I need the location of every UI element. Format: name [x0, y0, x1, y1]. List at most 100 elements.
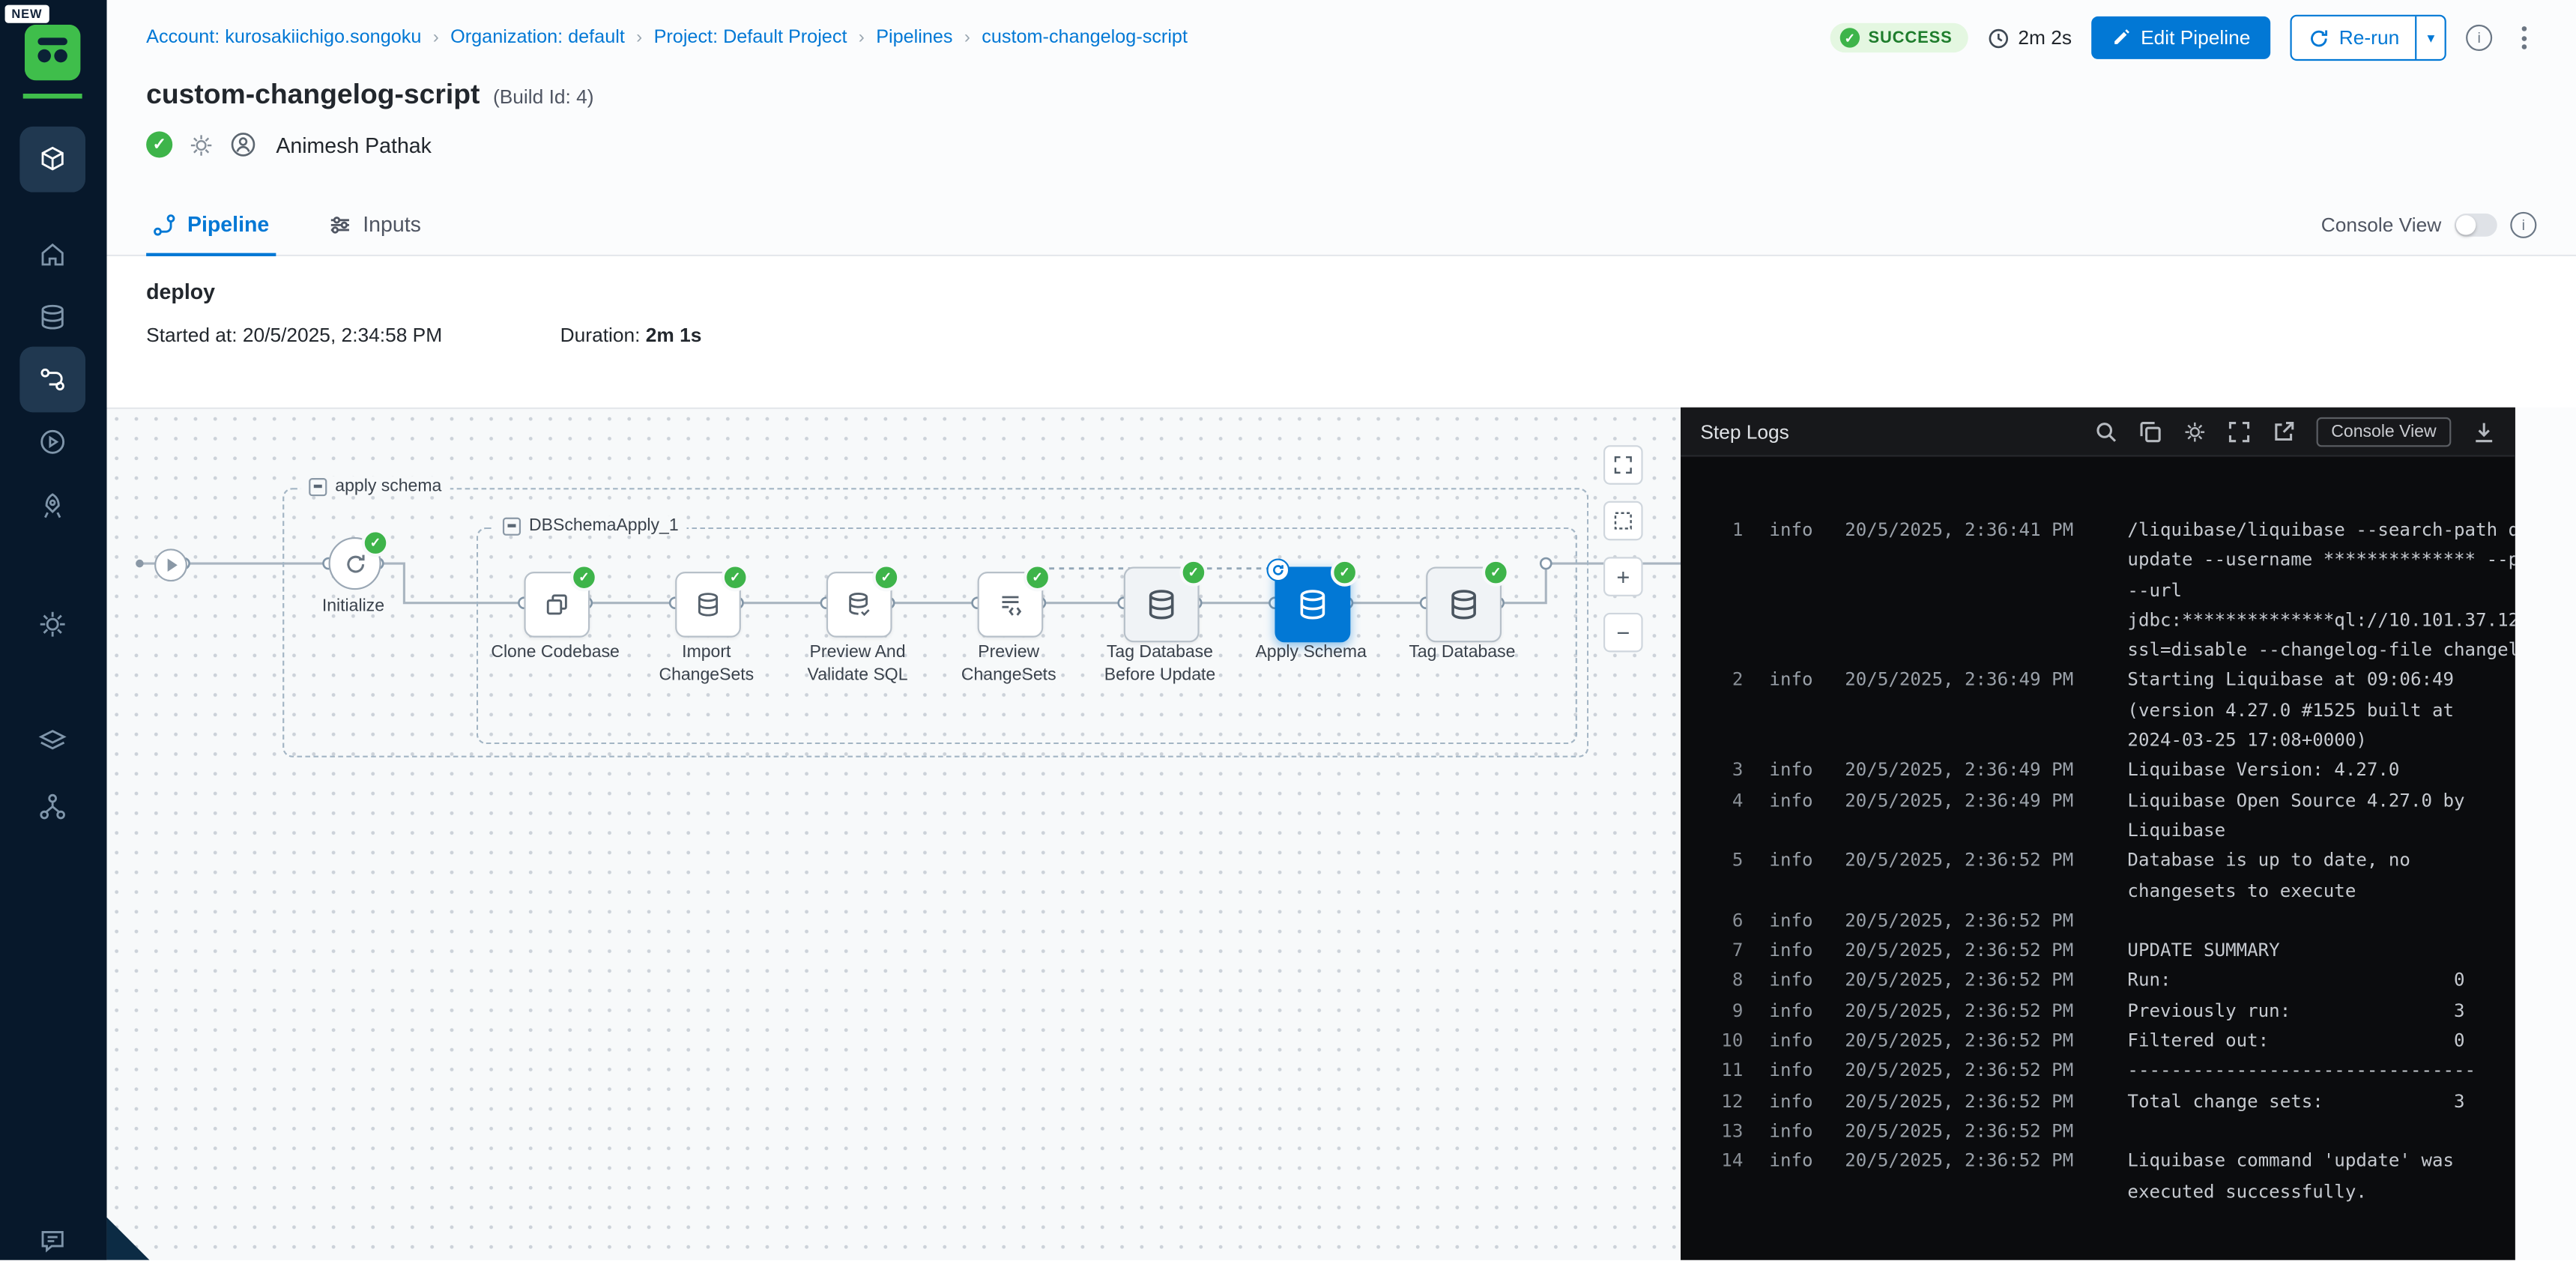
- log-row: ssl=disable --changelog-file changelo: [1681, 636, 2515, 666]
- node-tag-database-before-update[interactable]: ✓: [1124, 566, 1200, 642]
- log-row: 13 info 20/5/2025, 2:36:52 PM: [1681, 1117, 2515, 1147]
- log-message: UPDATE SUMMARY: [2127, 937, 2515, 967]
- log-timestamp: [1845, 606, 2084, 636]
- pipeline-canvas[interactable]: apply schema DBSchemaApply_1: [107, 408, 1681, 1260]
- breadcrumb-pipelines[interactable]: Pipelines: [876, 28, 952, 47]
- node-label: Preview And Validate SQL: [787, 642, 928, 687]
- log-row: (version 4.27.0 #1525 built at: [1681, 696, 2515, 726]
- breadcrumb-current[interactable]: custom-changelog-script: [982, 28, 1188, 47]
- rerun-caret[interactable]: ▾: [2416, 16, 2444, 59]
- sidebar-item-deployments[interactable]: [19, 473, 85, 539]
- tabs-bar: Pipeline Inputs Console View i: [107, 194, 2576, 256]
- layers-icon: [37, 726, 67, 755]
- sidebar-item-pipelines[interactable]: [19, 347, 85, 413]
- node-initialize[interactable]: ✓: [329, 537, 381, 590]
- sidebar-item-chat[interactable]: [19, 1208, 85, 1273]
- gear-icon[interactable]: [189, 133, 214, 157]
- log-message: changesets to execute: [2127, 877, 2515, 907]
- zoom-out-button[interactable]: −: [1603, 613, 1643, 653]
- console-view-label: Console View: [2321, 213, 2441, 236]
- node-start[interactable]: [154, 548, 187, 581]
- log-level: info: [1769, 1057, 1818, 1087]
- tab-pipeline[interactable]: Pipeline: [146, 194, 276, 255]
- canvas-controls: + −: [1603, 445, 1643, 652]
- collapse-icon[interactable]: [503, 517, 521, 535]
- log-console-view-button[interactable]: Console View: [2317, 417, 2452, 446]
- fullscreen-button[interactable]: [1603, 445, 1643, 485]
- log-timestamp: [1845, 1177, 2084, 1207]
- log-level: [1769, 606, 1818, 636]
- sidebar-item-executions[interactable]: [19, 409, 85, 475]
- log-line-number: 2: [1700, 666, 1743, 696]
- breadcrumb-project[interactable]: Project: Default Project: [654, 28, 847, 47]
- group-dbschemaapply-label[interactable]: DBSchemaApply_1: [495, 515, 687, 535]
- sidebar-item-home[interactable]: [19, 222, 85, 288]
- log-timestamp: [1845, 576, 2084, 606]
- app-root: NEW: [0, 0, 2576, 1260]
- rerun-button[interactable]: Re-run ▾: [2290, 15, 2446, 61]
- more-options-icon[interactable]: [2512, 23, 2536, 52]
- node-preview-changesets[interactable]: ✓: [978, 572, 1044, 638]
- info-icon[interactable]: i: [2510, 211, 2536, 238]
- log-download-button[interactable]: [2473, 420, 2496, 443]
- log-message: Liquibase command 'update' was: [2127, 1147, 2515, 1177]
- success-check-icon: ✓: [1482, 558, 1510, 586]
- log-line-number: 10: [1700, 1026, 1743, 1056]
- node-label: Initialize: [282, 596, 424, 619]
- node-apply-schema[interactable]: ✓: [1275, 566, 1350, 642]
- node-import-changesets[interactable]: ✓: [675, 572, 741, 638]
- breadcrumb-separator: ›: [433, 28, 439, 47]
- breadcrumb-separator: ›: [636, 28, 642, 47]
- log-message: (version 4.27.0 #1525 built at: [2127, 696, 2515, 726]
- console-resize-handle[interactable]: [107, 1218, 150, 1260]
- database-icon: [1448, 588, 1481, 621]
- node-clone-codebase[interactable]: ✓: [524, 572, 590, 638]
- log-level: info: [1769, 907, 1818, 937]
- sidebar-item-services[interactable]: [19, 284, 85, 350]
- group-apply-schema-label[interactable]: apply schema: [300, 477, 450, 496]
- select-mode-button[interactable]: [1603, 501, 1643, 541]
- log-level: info: [1769, 967, 1818, 997]
- info-icon[interactable]: i: [2466, 25, 2492, 51]
- node-label: Preview ChangeSets: [938, 642, 1080, 687]
- tab-inputs[interactable]: Inputs: [321, 194, 427, 255]
- zoom-in-button[interactable]: +: [1603, 557, 1643, 596]
- node-preview-validate-sql[interactable]: ✓: [826, 572, 892, 638]
- pipeline-icon: [37, 365, 67, 394]
- breadcrumb-account[interactable]: Account: kurosakiichigo.songoku: [146, 28, 421, 47]
- sidebar-item-builds-module[interactable]: [19, 127, 85, 193]
- log-timestamp: 20/5/2025, 2:36:52 PM: [1845, 937, 2084, 967]
- log-level: [1769, 726, 1818, 756]
- log-row: changesets to execute: [1681, 877, 2515, 907]
- log-body[interactable]: 1 info 20/5/2025, 2:36:41 PM /liquibase/…: [1681, 457, 2515, 1260]
- harness-logo[interactable]: [25, 25, 81, 81]
- author-name[interactable]: Animesh Pathak: [276, 133, 432, 157]
- success-check-icon: ✓: [1840, 28, 1860, 47]
- log-timestamp: 20/5/2025, 2:36:52 PM: [1845, 847, 2084, 877]
- log-level: info: [1769, 997, 1818, 1026]
- log-line-number: [1700, 576, 1743, 606]
- node-label: Clone Codebase: [485, 642, 626, 665]
- log-open-new-tab-button[interactable]: [2272, 420, 2295, 443]
- home-icon: [37, 240, 67, 269]
- sidebar-item-connectors[interactable]: [19, 774, 85, 840]
- log-line-number: 13: [1700, 1117, 1743, 1147]
- console-view-toggle[interactable]: [2455, 213, 2497, 236]
- log-settings-button[interactable]: [2183, 420, 2207, 443]
- stage-name: deploy: [146, 279, 2536, 304]
- log-search-button[interactable]: [2095, 420, 2118, 443]
- log-timestamp: 20/5/2025, 2:36:52 PM: [1845, 1026, 2084, 1056]
- success-check-icon: ✓: [361, 529, 389, 557]
- node-tag-database[interactable]: ✓: [1426, 566, 1502, 642]
- edit-pipeline-button[interactable]: Edit Pipeline: [2091, 16, 2270, 59]
- log-copy-button[interactable]: [2139, 420, 2162, 443]
- sidebar-item-templates[interactable]: [19, 708, 85, 774]
- log-line-number: [1700, 546, 1743, 576]
- log-timestamp: 20/5/2025, 2:36:52 PM: [1845, 1147, 2084, 1177]
- log-level: info: [1769, 1087, 1818, 1117]
- breadcrumb-organization[interactable]: Organization: default: [450, 28, 625, 47]
- elapsed-time: 2m 2s: [1989, 26, 2072, 49]
- log-fullscreen-button[interactable]: [2228, 420, 2251, 443]
- sidebar-item-settings[interactable]: [19, 591, 85, 657]
- collapse-icon[interactable]: [309, 477, 327, 495]
